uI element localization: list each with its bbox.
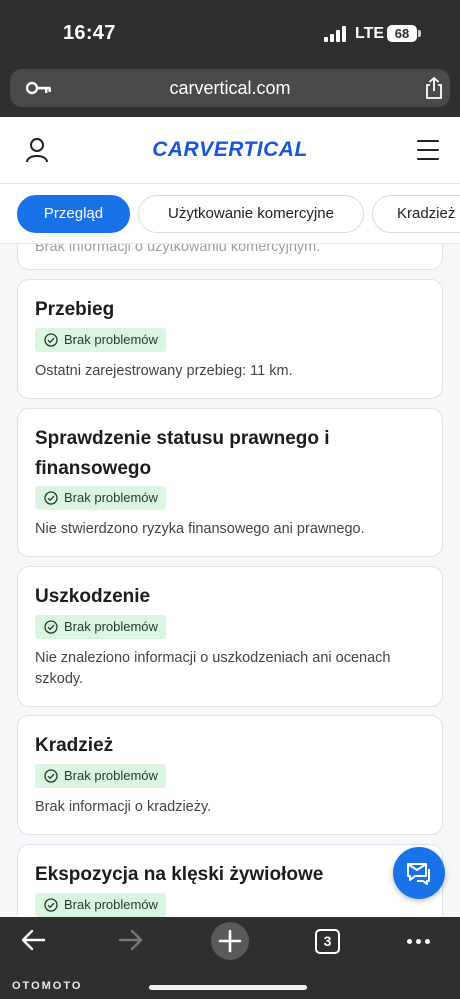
otomoto-watermark: OTOMOTO [12, 980, 83, 992]
signal-icon [324, 26, 348, 42]
check-circle-icon [44, 333, 58, 347]
status-badge: Brak problemów [35, 615, 166, 639]
badge-label: Brak problemów [64, 619, 158, 634]
section-card-commercial-use: Brak informacji o użytkowaniu komercyjny… [17, 244, 443, 270]
card-description-line2: szkody. [35, 671, 84, 687]
chat-button[interactable] [393, 847, 445, 899]
hamburger-menu-icon[interactable] [417, 140, 439, 160]
status-badge: Brak problemów [35, 893, 166, 917]
carvertical-logo[interactable]: CARVERTICAL [0, 138, 460, 162]
status-time: 16:47 [63, 22, 116, 44]
check-circle-icon [44, 491, 58, 505]
card-description: Brak informacji o kradzieży. [35, 799, 212, 815]
check-circle-icon [44, 620, 58, 634]
tab-przeglad[interactable]: Przegląd [17, 195, 130, 233]
plus-icon [218, 929, 242, 953]
card-title: Kradzież [35, 735, 114, 756]
section-card-damage[interactable]: Uszkodzenie Brak problemów Nie znalezion… [17, 566, 443, 707]
card-title: Uszkodzenie [35, 586, 151, 607]
section-card-mileage[interactable]: Przebieg Brak problemów Ostatni zarejest… [17, 279, 443, 399]
card-title: Ekspozycja na klęski żywiołowe [35, 864, 324, 885]
status-bar: 16:47 LTE 68 [0, 0, 460, 64]
battery-tip [418, 30, 421, 37]
card-title: Przebieg [35, 299, 115, 320]
card-description-line1: Nie znaleziono informacji o uszkodzeniac… [35, 650, 391, 666]
badge-label: Brak problemów [64, 768, 158, 783]
new-tab-button[interactable] [211, 922, 249, 960]
card-title-line2: finansowego [35, 458, 152, 479]
browser-toolbar: 3 OTOMOTO [0, 917, 460, 999]
check-circle-icon [44, 769, 58, 783]
report-sections: Brak informacji o użytkowaniu komercyjny… [0, 244, 460, 917]
chat-icon [407, 863, 430, 885]
section-card-theft[interactable]: Kradzież Brak problemów Brak informacji … [17, 715, 443, 835]
section-card-legal-financial-status[interactable]: Sprawdzenie statusu prawnego i finansowe… [17, 408, 443, 557]
website-viewport: CARVERTICAL Przegląd Użytkowanie komercy… [0, 117, 460, 917]
back-arrow-icon[interactable] [20, 927, 46, 953]
home-indicator [149, 985, 307, 990]
tabs-count-button[interactable]: 3 [315, 929, 340, 954]
site-header: CARVERTICAL [0, 117, 460, 184]
card-title-line1: Sprawdzenie statusu prawnego i [35, 428, 330, 449]
check-circle-icon [44, 898, 58, 912]
url-bar[interactable]: carvertical.com [10, 69, 450, 107]
section-card-natural-disaster-exposure[interactable]: Ekspozycja na klęski żywiołowe Brak prob… [17, 844, 443, 917]
report-tabs: Przegląd Użytkowanie komercyjne Kradzież [0, 184, 460, 244]
status-badge: Brak problemów [35, 328, 166, 352]
more-options-icon[interactable] [407, 939, 431, 945]
card-description: Nie stwierdzono ryzyka finansowego ani p… [35, 521, 365, 537]
battery-icon: 68 [387, 25, 417, 42]
card-description: Ostatni zarejestrowany przebieg: 11 km. [35, 363, 293, 379]
tab-kradziez[interactable]: Kradzież [372, 195, 460, 233]
status-badge: Brak problemów [35, 764, 166, 788]
badge-label: Brak problemów [64, 490, 158, 505]
network-label: LTE [355, 25, 385, 42]
url-text[interactable]: carvertical.com [10, 78, 450, 99]
tab-uzytkowanie-komercyjne[interactable]: Użytkowanie komercyjne [138, 195, 364, 233]
status-badge: Brak problemów [35, 486, 166, 510]
card-description: Brak informacji o użytkowaniu komercyjny… [35, 244, 321, 255]
share-icon[interactable] [424, 77, 444, 99]
forward-arrow-icon[interactable] [118, 927, 144, 953]
badge-label: Brak problemów [64, 332, 158, 347]
badge-label: Brak problemów [64, 897, 158, 912]
